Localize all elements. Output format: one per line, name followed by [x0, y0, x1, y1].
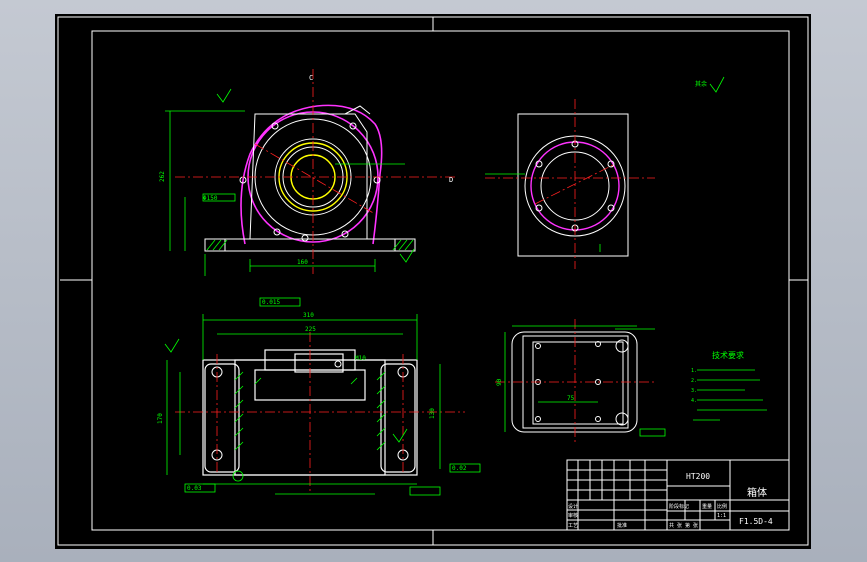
plan-top-dim: 225	[305, 326, 316, 333]
tolerance-frame-1: 0.015	[262, 299, 280, 306]
tb-approve: 批准	[617, 522, 627, 529]
tolerance-frame-3: 0.03	[187, 485, 202, 492]
side-view: 其余 D	[449, 76, 725, 269]
tech-req-item: 4.	[691, 398, 697, 404]
front-view: 262 160 Φ150 C	[159, 69, 455, 276]
tech-req-title: 技术要求	[712, 350, 744, 360]
front-height-dim: 262	[159, 171, 166, 182]
small-plan-dim: 75	[567, 395, 575, 402]
roughness-other: 其余	[695, 80, 707, 88]
tech-req-item: 3.	[691, 388, 697, 394]
title-block: HT200 箱体 F1.5D-4 设计 审核 工艺 批准 阶段标记 重量 比例 …	[566, 459, 790, 531]
small-height-dim: 90	[496, 378, 503, 386]
tb-scale: 比例	[717, 503, 727, 510]
front-body-contour	[240, 104, 383, 245]
cad-viewport[interactable]: 262 160 Φ150 C 其余 D 310 170 130 225 0.01…	[0, 0, 867, 562]
tech-requirements: 技术要求 1. 2. 3. 4.	[691, 350, 767, 421]
tb-check: 审核	[568, 512, 578, 519]
tb-sheets: 共 张 第 张	[669, 522, 698, 529]
tech-req-item: 1.	[691, 368, 697, 374]
tolerance-frame-2: 0.02	[452, 465, 467, 472]
drawing-canvas[interactable]: 262 160 Φ150 C 其余 D 310 170 130 225 0.01…	[55, 14, 811, 549]
flange-thread: M10	[355, 355, 366, 362]
tb-design: 设计	[568, 503, 578, 510]
drawing-number: F1.5D-4	[739, 517, 773, 526]
tech-req-item: 2.	[691, 378, 697, 384]
material-label: HT200	[686, 472, 710, 481]
plan-depth-dim: 170	[157, 413, 164, 424]
plan-width-dim: 310	[303, 312, 314, 319]
tb-weight: 重量	[702, 503, 712, 510]
part-name: 箱体	[747, 486, 767, 499]
bottom-view: 75 90	[495, 319, 666, 444]
front-base-dim: 160	[297, 259, 308, 266]
plan-view: 310 170 130 225 0.015 0.02 0.03 M10	[157, 297, 481, 496]
drawing-svg: 262 160 Φ150 C 其余 D 310 170 130 225 0.01…	[57, 16, 809, 546]
plan-side-dim: 130	[429, 408, 436, 419]
view-label-front: C	[309, 74, 313, 82]
tb-scale-value: 1:1	[717, 513, 726, 519]
tb-process: 工艺	[568, 523, 578, 529]
sheet-border	[57, 16, 809, 546]
tb-stage: 阶段标记	[669, 503, 689, 510]
view-label-section: D	[449, 176, 453, 184]
